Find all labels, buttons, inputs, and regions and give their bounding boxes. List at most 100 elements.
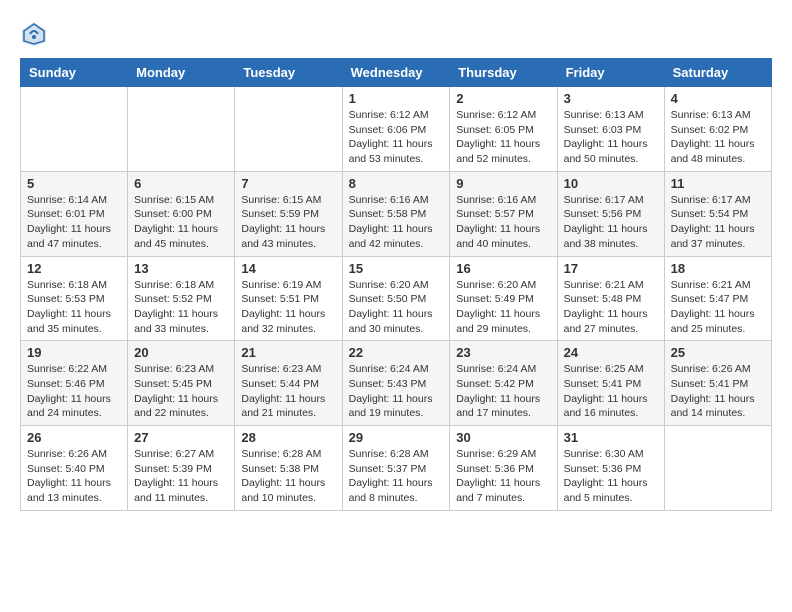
day-number: 28 [241,430,335,445]
logo-icon [20,20,48,48]
calendar-cell: 3Sunrise: 6:13 AM Sunset: 6:03 PM Daylig… [557,87,664,172]
day-number: 15 [349,261,444,276]
calendar-cell: 4 Sunrise: 6:13 AM Sunset: 6:02 PM Daylig… [664,87,771,172]
calendar-week-row: 19 Sunrise: 6:22 AM Sunset: 5:46 PM Dayli… [21,341,772,426]
calendar-cell: 27 Sunrise: 6:27 AM Sunset: 5:39 PM Dayli… [128,426,235,511]
day-info: Sunrise: 6:27 AM Sunset: 5:39 PM Dayligh… [134,447,228,506]
day-info: Sunrise: 6:22 AM Sunset: 5:46 PM Dayligh… [27,362,121,421]
calendar-cell: 1 Sunrise: 6:12 AM Sunset: 6:06 PM Daylig… [342,87,450,172]
calendar-cell: 31 Sunrise: 6:30 AM Sunset: 5:36 PM Dayli… [557,426,664,511]
day-number: 5 [27,176,121,191]
calendar-cell: 23 Sunrise: 6:24 AM Sunset: 5:42 PM Dayli… [450,341,557,426]
day-info: Sunrise: 6:26 AM Sunset: 5:40 PM Dayligh… [27,447,121,506]
day-info: Sunrise: 6:26 AM Sunset: 5:41 PM Dayligh… [671,362,765,421]
day-number: 19 [27,345,121,360]
day-info: Sunrise: 6:25 AM Sunset: 5:41 PM Dayligh… [564,362,658,421]
page-header [20,20,772,48]
calendar-cell: 14 Sunrise: 6:19 AM Sunset: 5:51 PM Dayli… [235,256,342,341]
day-number: 6 [134,176,228,191]
day-number: 26 [27,430,121,445]
day-number: 31 [564,430,658,445]
day-number: 16 [456,261,550,276]
calendar-cell: 26 Sunrise: 6:26 AM Sunset: 5:40 PM Dayli… [21,426,128,511]
calendar-cell: 13Sunrise: 6:18 AM Sunset: 5:52 PM Dayli… [128,256,235,341]
calendar-header-row: SundayMondayTuesdayWednesdayThursdayFrid… [21,59,772,87]
calendar-cell: 30 Sunrise: 6:29 AM Sunset: 5:36 PM Dayli… [450,426,557,511]
day-number: 7 [241,176,335,191]
day-number: 3 [564,91,658,106]
calendar-cell: 5 Sunrise: 6:14 AM Sunset: 6:01 PM Daylig… [21,171,128,256]
calendar-cell: 18Sunrise: 6:21 AM Sunset: 5:47 PM Dayli… [664,256,771,341]
calendar-cell: 16 Sunrise: 6:20 AM Sunset: 5:49 PM Dayli… [450,256,557,341]
day-info: Sunrise: 6:29 AM Sunset: 5:36 PM Dayligh… [456,447,550,506]
day-info: Sunrise: 6:23 AM Sunset: 5:45 PM Dayligh… [134,362,228,421]
day-info: Sunrise: 6:16 AM Sunset: 5:57 PM Dayligh… [456,193,550,252]
day-number: 22 [349,345,444,360]
calendar-cell [235,87,342,172]
calendar-week-row: 1 Sunrise: 6:12 AM Sunset: 6:06 PM Daylig… [21,87,772,172]
calendar-cell [664,426,771,511]
day-info: Sunrise: 6:30 AM Sunset: 5:36 PM Dayligh… [564,447,658,506]
day-number: 11 [671,176,765,191]
calendar-cell [21,87,128,172]
day-info: Sunrise: 6:18 AM Sunset: 5:53 PM Dayligh… [27,278,121,337]
day-info: Sunrise: 6:18 AM Sunset: 5:52 PM Dayligh… [134,278,228,337]
day-info: Sunrise: 6:20 AM Sunset: 5:49 PM Dayligh… [456,278,550,337]
calendar-cell: 11Sunrise: 6:17 AM Sunset: 5:54 PM Dayli… [664,171,771,256]
day-info: Sunrise: 6:14 AM Sunset: 6:01 PM Dayligh… [27,193,121,252]
calendar-cell: 10Sunrise: 6:17 AM Sunset: 5:56 PM Dayli… [557,171,664,256]
day-number: 2 [456,91,550,106]
day-of-week-header: Friday [557,59,664,87]
calendar-cell: 20 Sunrise: 6:23 AM Sunset: 5:45 PM Dayli… [128,341,235,426]
day-number: 12 [27,261,121,276]
calendar-week-row: 26 Sunrise: 6:26 AM Sunset: 5:40 PM Dayli… [21,426,772,511]
day-info: Sunrise: 6:16 AM Sunset: 5:58 PM Dayligh… [349,193,444,252]
calendar-cell: 17 Sunrise: 6:21 AM Sunset: 5:48 PM Dayli… [557,256,664,341]
day-info: Sunrise: 6:12 AM Sunset: 6:06 PM Dayligh… [349,108,444,167]
day-of-week-header: Thursday [450,59,557,87]
day-number: 20 [134,345,228,360]
day-info: Sunrise: 6:19 AM Sunset: 5:51 PM Dayligh… [241,278,335,337]
day-number: 29 [349,430,444,445]
day-number: 4 [671,91,765,106]
day-info: Sunrise: 6:20 AM Sunset: 5:50 PM Dayligh… [349,278,444,337]
day-of-week-header: Wednesday [342,59,450,87]
calendar-cell: 28 Sunrise: 6:28 AM Sunset: 5:38 PM Dayli… [235,426,342,511]
day-of-week-header: Monday [128,59,235,87]
day-number: 27 [134,430,228,445]
day-info: Sunrise: 6:21 AM Sunset: 5:48 PM Dayligh… [564,278,658,337]
day-info: Sunrise: 6:13 AM Sunset: 6:02 PM Dayligh… [671,108,765,167]
calendar-cell [128,87,235,172]
calendar-week-row: 5 Sunrise: 6:14 AM Sunset: 6:01 PM Daylig… [21,171,772,256]
day-info: Sunrise: 6:17 AM Sunset: 5:56 PM Dayligh… [564,193,658,252]
calendar-cell: 15 Sunrise: 6:20 AM Sunset: 5:50 PM Dayli… [342,256,450,341]
calendar-cell: 2Sunrise: 6:12 AM Sunset: 6:05 PM Daylig… [450,87,557,172]
day-info: Sunrise: 6:28 AM Sunset: 5:38 PM Dayligh… [241,447,335,506]
day-number: 25 [671,345,765,360]
calendar-cell: 25 Sunrise: 6:26 AM Sunset: 5:41 PM Dayli… [664,341,771,426]
calendar-cell: 8 Sunrise: 6:16 AM Sunset: 5:58 PM Daylig… [342,171,450,256]
day-info: Sunrise: 6:21 AM Sunset: 5:47 PM Dayligh… [671,278,765,337]
calendar-cell: 9 Sunrise: 6:16 AM Sunset: 5:57 PM Daylig… [450,171,557,256]
day-number: 14 [241,261,335,276]
calendar-table: SundayMondayTuesdayWednesdayThursdayFrid… [20,58,772,511]
day-number: 9 [456,176,550,191]
day-number: 17 [564,261,658,276]
calendar-cell: 7 Sunrise: 6:15 AM Sunset: 5:59 PM Daylig… [235,171,342,256]
calendar-cell: 19 Sunrise: 6:22 AM Sunset: 5:46 PM Dayli… [21,341,128,426]
day-info: Sunrise: 6:15 AM Sunset: 5:59 PM Dayligh… [241,193,335,252]
day-info: Sunrise: 6:23 AM Sunset: 5:44 PM Dayligh… [241,362,335,421]
calendar-cell: 22Sunrise: 6:24 AM Sunset: 5:43 PM Dayli… [342,341,450,426]
calendar-cell: 24Sunrise: 6:25 AM Sunset: 5:41 PM Dayli… [557,341,664,426]
day-number: 1 [349,91,444,106]
calendar-week-row: 12 Sunrise: 6:18 AM Sunset: 5:53 PM Dayli… [21,256,772,341]
day-info: Sunrise: 6:24 AM Sunset: 5:42 PM Dayligh… [456,362,550,421]
day-number: 23 [456,345,550,360]
calendar-cell: 29 Sunrise: 6:28 AM Sunset: 5:37 PM Dayli… [342,426,450,511]
logo [20,20,52,48]
calendar-cell: 12 Sunrise: 6:18 AM Sunset: 5:53 PM Dayli… [21,256,128,341]
day-info: Sunrise: 6:28 AM Sunset: 5:37 PM Dayligh… [349,447,444,506]
day-number: 30 [456,430,550,445]
day-number: 8 [349,176,444,191]
day-info: Sunrise: 6:15 AM Sunset: 6:00 PM Dayligh… [134,193,228,252]
